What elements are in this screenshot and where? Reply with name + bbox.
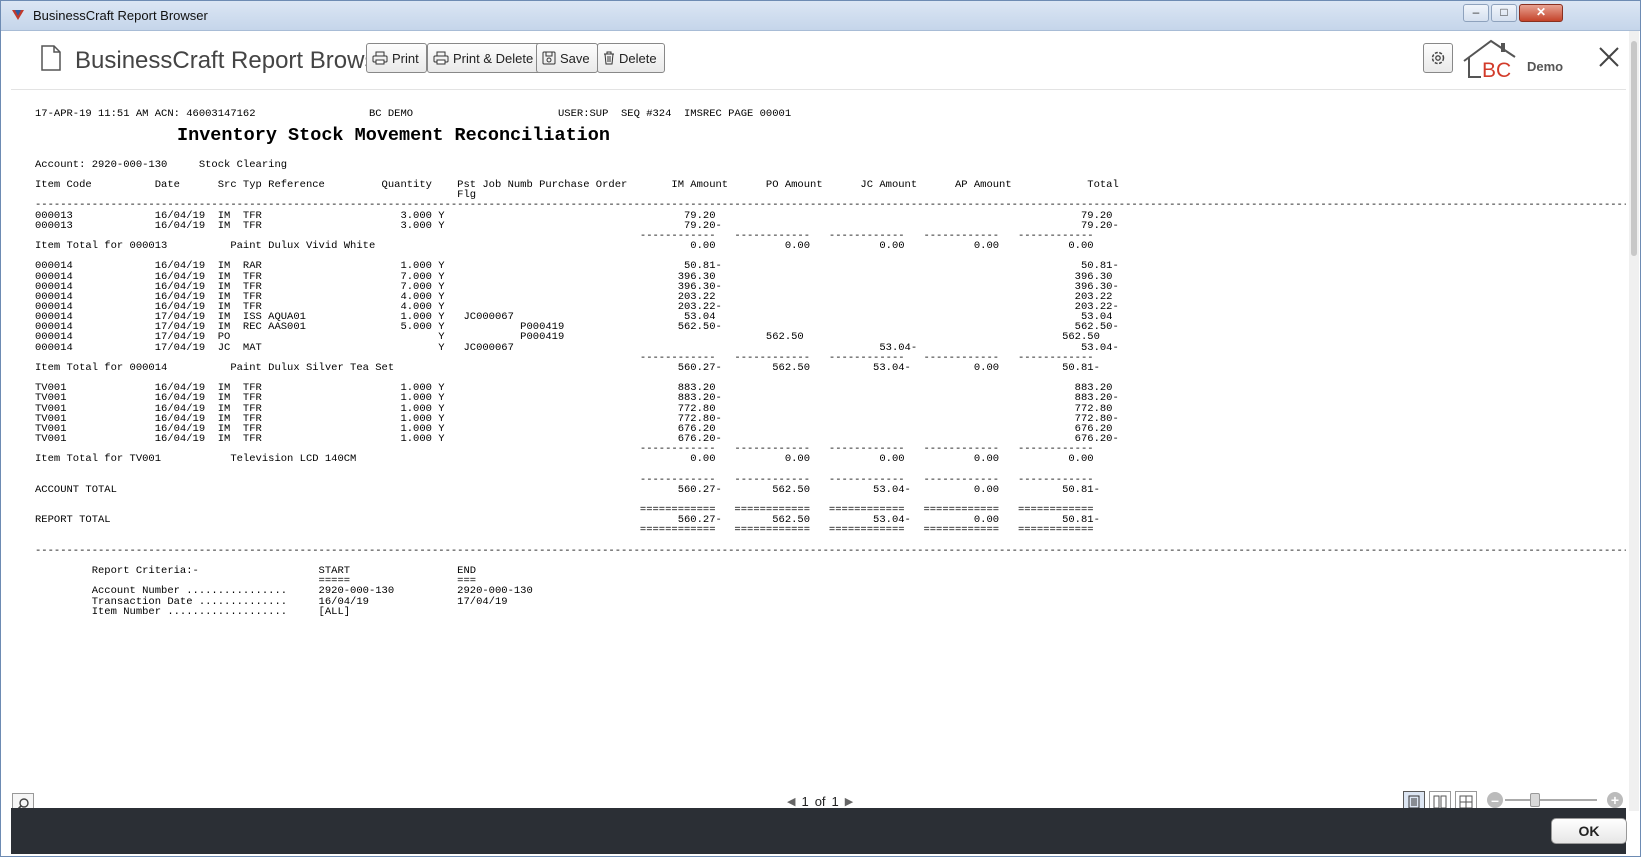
logo-text: BC xyxy=(1482,59,1511,82)
gear-icon xyxy=(1431,51,1445,65)
zoom-slider-thumb[interactable] xyxy=(1529,793,1540,807)
maximize-button[interactable]: □ xyxy=(1491,4,1517,22)
trash-icon xyxy=(604,51,614,65)
window-close-button[interactable]: ✕ xyxy=(1519,4,1563,22)
scrollbar-thumb[interactable] xyxy=(1631,41,1637,256)
print-button-label: Print xyxy=(392,50,419,66)
total-pages: 1 xyxy=(831,793,839,809)
print-delete-button[interactable]: Print & Delete xyxy=(427,43,542,73)
close-icon: ✕ xyxy=(1535,5,1547,19)
print-delete-button-label: Print & Delete xyxy=(453,50,534,66)
report-title: Inventory Stock Movement Reconciliation xyxy=(177,125,610,146)
businesscraft-logo: BC xyxy=(1461,37,1521,83)
printer-icon xyxy=(433,51,449,65)
dialog-footer: OK xyxy=(11,808,1627,854)
delete-button[interactable]: Delete xyxy=(597,43,665,73)
save-button-label: Save xyxy=(560,50,590,66)
minimize-icon: – xyxy=(1472,5,1480,19)
report-browser-window: BusinessCraft Report Browser – □ ✕ Busin… xyxy=(0,0,1641,857)
save-icon xyxy=(542,51,556,65)
zoom-slider[interactable] xyxy=(1505,799,1597,801)
close-report-button[interactable] xyxy=(1597,45,1621,69)
ok-button[interactable]: OK xyxy=(1551,818,1627,844)
single-page-icon xyxy=(1408,795,1420,809)
next-page-icon[interactable]: ▶ xyxy=(845,795,853,808)
page-of-label: of xyxy=(814,793,826,809)
window-titlebar: BusinessCraft Report Browser – □ ✕ xyxy=(1,1,1640,31)
multi-page-icon xyxy=(1459,795,1473,809)
print-button[interactable]: Print xyxy=(366,43,427,73)
previous-page-icon[interactable]: ◀ xyxy=(787,795,795,808)
zoom-out-icon[interactable]: – xyxy=(1487,792,1503,808)
house-logo-icon: BC xyxy=(1463,39,1516,82)
businesscraft-app-icon xyxy=(12,10,24,20)
delete-button-label: Delete xyxy=(619,50,657,66)
save-button[interactable]: Save xyxy=(536,43,598,73)
app-title: BusinessCraft Report Browser xyxy=(75,47,398,74)
two-page-icon xyxy=(1433,795,1447,809)
minimize-button[interactable]: – xyxy=(1463,4,1489,22)
company-label: Demo xyxy=(1527,59,1564,74)
report-body: 17-APR-19 11:51 AM ACN: 46003147162 BC D… xyxy=(35,108,1626,618)
current-page: 1 xyxy=(801,793,809,809)
zoom-in-icon[interactable]: + xyxy=(1607,792,1623,808)
report-browser-header: BusinessCraft Report Browser Print Print… xyxy=(11,31,1626,90)
document-icon xyxy=(41,45,61,71)
maximize-icon: □ xyxy=(1500,5,1508,19)
report-page: 17-APR-19 11:51 AM ACN: 46003147162 BC D… xyxy=(11,91,1626,781)
printer-icon xyxy=(372,51,388,65)
settings-button[interactable] xyxy=(1423,43,1453,73)
window-title: BusinessCraft Report Browser xyxy=(33,8,208,23)
